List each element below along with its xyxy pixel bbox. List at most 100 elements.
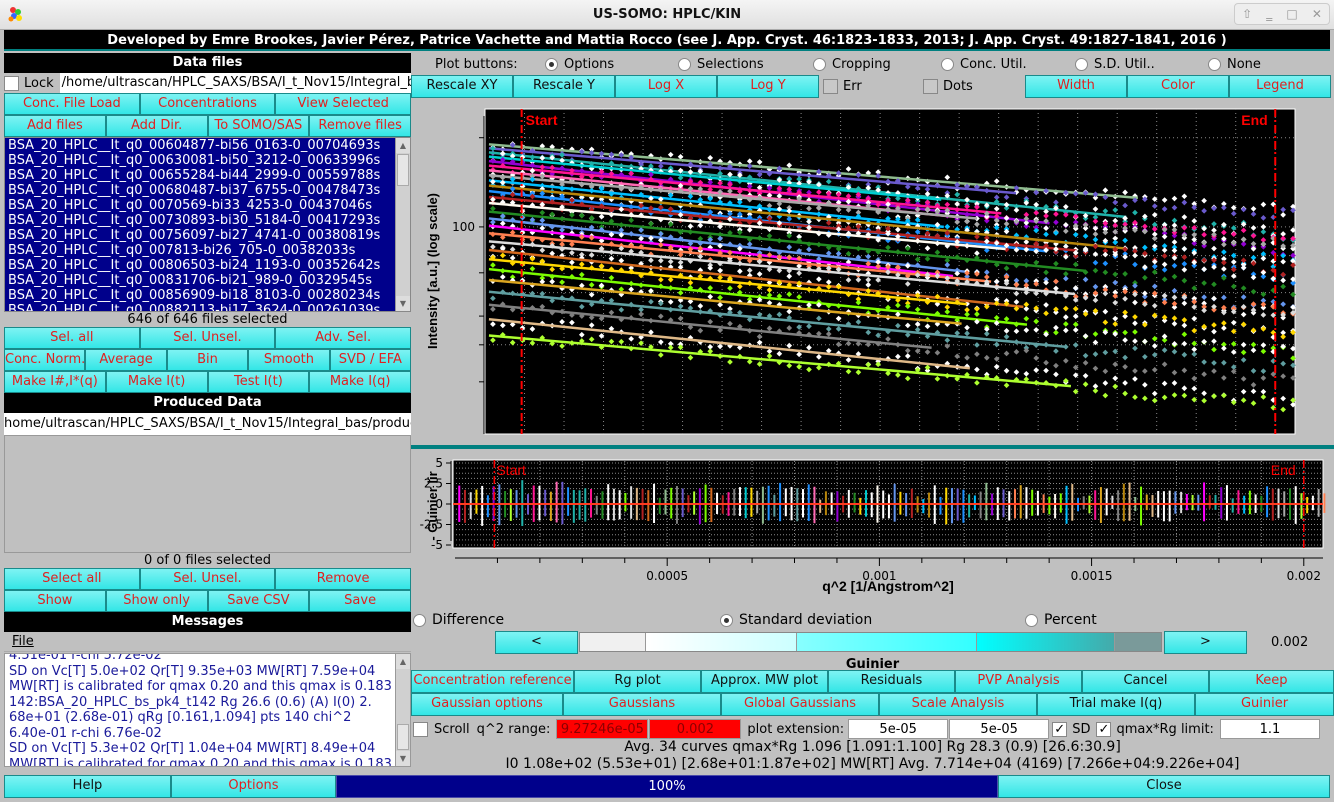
sel-unsel-button[interactable]: Sel. Unsel. xyxy=(139,327,276,349)
gaussian-options-button[interactable]: Gaussian options xyxy=(411,693,563,716)
radio-button[interactable] xyxy=(1025,613,1038,627)
close-icon[interactable]: ✕ xyxy=(1312,7,1322,21)
radio-selections[interactable]: Selections xyxy=(678,57,813,72)
file-list-item[interactable]: BSA_20_HPLC__It_q0_0070569-bi33_4253-0_0… xyxy=(5,198,410,213)
file-list-item[interactable]: BSA_20_HPLC__It_q0_007813-bi26_705-0_003… xyxy=(5,243,410,258)
guinier-residuals-plot[interactable]: - Guinier lir 52.50-2.5-5 Start End 0.000… xyxy=(411,451,1334,599)
scrollbar-thumb[interactable] xyxy=(397,154,409,186)
file-list-item[interactable]: BSA_20_HPLC__It_q0_00730893-bi30_5184-0_… xyxy=(5,213,410,228)
file-list-item[interactable]: BSA_20_HPLC__It_q0_00756097-bi27_4741-0_… xyxy=(5,228,410,243)
colorbar-next-button[interactable]: > xyxy=(1164,631,1247,654)
width-button[interactable]: Width xyxy=(1025,75,1127,98)
qmaxrg-limit-field[interactable]: 1.1 xyxy=(1219,719,1320,739)
pvp-analysis-button[interactable]: PVP Analysis xyxy=(955,670,1082,693)
scrollbar-thumb[interactable] xyxy=(397,724,409,750)
err-toggle[interactable]: Err xyxy=(819,79,923,94)
radio-standard-deviation[interactable]: Standard deviation xyxy=(720,612,872,628)
radio-button[interactable] xyxy=(1208,57,1221,71)
trial-make-i-q-button[interactable]: Trial make I(q) xyxy=(1037,693,1195,716)
close-button[interactable]: Close xyxy=(998,775,1330,798)
radio-percent[interactable]: Percent xyxy=(1025,612,1097,628)
scale-analysis-button[interactable]: Scale Analysis xyxy=(879,693,1037,716)
make-iq-button[interactable]: Make I(q) xyxy=(309,371,411,393)
qmaxrg-checkbox[interactable] xyxy=(1096,721,1112,737)
file-list-item[interactable]: BSA_20_HPLC__It_q0_00655284-bi44_2999-0_… xyxy=(5,168,410,183)
rg-plot-button[interactable]: Rg plot xyxy=(574,670,701,693)
minimize-icon[interactable]: ‗ xyxy=(1266,7,1272,21)
file-list-item[interactable]: BSA_20_HPLC__It_q0_00806503-bi24_1193-0_… xyxy=(5,258,410,273)
scroll-up-icon[interactable]: ▲ xyxy=(396,654,410,669)
radio-cropping[interactable]: Cropping xyxy=(813,57,941,72)
produced-sel-unsel-button[interactable]: Sel. Unsel. xyxy=(139,568,276,590)
scroll-up-icon[interactable]: ▲ xyxy=(396,138,410,153)
global-gaussians-button[interactable]: Global Gaussians xyxy=(721,693,879,716)
radio-button[interactable] xyxy=(941,57,954,71)
remove-files-button[interactable]: Remove files xyxy=(309,115,411,137)
log-y-button[interactable]: Log Y xyxy=(717,75,819,98)
file-list-item[interactable]: BSA_20_HPLC__It_q0_00882113-bi17_3624-0_… xyxy=(5,303,410,311)
bin-button[interactable]: Bin xyxy=(166,349,249,371)
show-only-button[interactable]: Show only xyxy=(105,590,208,612)
conc-norm-button[interactable]: Conc. Norm. xyxy=(4,349,86,371)
cancel-button[interactable]: Cancel xyxy=(1082,670,1209,693)
guinier-button[interactable]: Guinier xyxy=(1195,693,1334,716)
sel-all-button[interactable]: Sel. all xyxy=(4,327,140,349)
gaussians-button[interactable]: Gaussians xyxy=(563,693,721,716)
file-list-item[interactable]: BSA_20_HPLC__It_q0_00856909-bi18_8103-0_… xyxy=(5,288,410,303)
approx-mw-plot-button[interactable]: Approx. MW plot xyxy=(701,670,828,693)
make-it-button[interactable]: Make I(t) xyxy=(105,371,208,393)
conc-file-load-button[interactable]: Conc. File Load xyxy=(4,93,140,115)
scroll-down-icon[interactable]: ▼ xyxy=(396,751,410,766)
svd-efa-button[interactable]: SVD / EFA xyxy=(329,349,412,371)
color-button[interactable]: Color xyxy=(1127,75,1229,98)
show-button[interactable]: Show xyxy=(4,590,106,612)
data-files-scrollbar[interactable]: ▲ ▼ xyxy=(395,138,410,311)
plot-splitter[interactable] xyxy=(411,445,1334,449)
concentrations-button[interactable]: Concentrations xyxy=(139,93,276,115)
radio-none[interactable]: None xyxy=(1208,57,1261,72)
add-dir-button[interactable]: Add Dir. xyxy=(105,115,208,137)
data-files-list[interactable]: BSA_20_HPLC__It_q0_00604877-bi56_0163-0_… xyxy=(4,137,411,312)
radio-button[interactable] xyxy=(678,57,691,71)
radio-button[interactable] xyxy=(413,613,426,627)
q2-min-field[interactable]: 9.27246e-05 xyxy=(556,719,649,739)
q2-max-field[interactable]: 0.002 xyxy=(649,719,742,739)
dots-checkbox[interactable] xyxy=(923,79,938,94)
radio-difference[interactable]: Difference xyxy=(413,612,504,628)
radio-button[interactable] xyxy=(813,57,826,71)
messages-text-area[interactable]: 4.51e-01 r-chi 5.72e-02 SD on Vc[T] 5.0e+… xyxy=(4,653,411,767)
log-x-button[interactable]: Log X xyxy=(615,75,717,98)
messages-scrollbar[interactable]: ▲ ▼ xyxy=(395,654,410,766)
residuals-button[interactable]: Residuals xyxy=(828,670,955,693)
smooth-button[interactable]: Smooth xyxy=(248,349,330,371)
help-button[interactable]: Help xyxy=(4,775,171,798)
plot-extension-max-field[interactable]: 5e-05 xyxy=(949,719,1050,739)
intensity-plot[interactable]: Intensity [a.u.] (log scale) 100 Start En… xyxy=(411,101,1334,443)
radio-conc-util[interactable]: Conc. Util. xyxy=(941,57,1075,72)
save-button[interactable]: Save xyxy=(309,590,411,612)
add-files-button[interactable]: Add files xyxy=(4,115,106,137)
scroll-checkbox[interactable] xyxy=(413,721,428,737)
err-checkbox[interactable] xyxy=(823,79,838,94)
shade-icon[interactable]: ⇧ xyxy=(1242,7,1252,21)
colorbar-prev-button[interactable]: < xyxy=(495,631,578,654)
lock-checkbox[interactable] xyxy=(4,75,19,91)
radio-button[interactable] xyxy=(720,613,733,627)
radio-options[interactable]: Options xyxy=(545,57,678,72)
keep-button[interactable]: Keep xyxy=(1209,670,1334,693)
to-somo-sas-button[interactable]: To SOMO/SAS xyxy=(207,115,310,137)
radio-sd-util[interactable]: S.D. Util.. xyxy=(1075,57,1208,72)
radio-button[interactable] xyxy=(1075,57,1088,71)
scroll-down-icon[interactable]: ▼ xyxy=(396,296,410,311)
dots-toggle[interactable]: Dots xyxy=(923,79,1025,94)
radio-button[interactable] xyxy=(545,57,558,71)
legend-button[interactable]: Legend xyxy=(1229,75,1331,98)
make-i-hash-button[interactable]: Make I#,I*(q) xyxy=(4,371,106,393)
remove-button[interactable]: Remove xyxy=(275,568,412,590)
file-list-item[interactable]: BSA_20_HPLC__It_q0_00630081-bi50_3212-0_… xyxy=(5,153,410,168)
colorbar-gradient[interactable] xyxy=(579,632,1162,652)
plot-extension-min-field[interactable]: 5e-05 xyxy=(848,719,949,739)
sd-checkbox[interactable] xyxy=(1052,721,1068,737)
select-all-button[interactable]: Select all xyxy=(4,568,140,590)
average-button[interactable]: Average xyxy=(85,349,167,371)
